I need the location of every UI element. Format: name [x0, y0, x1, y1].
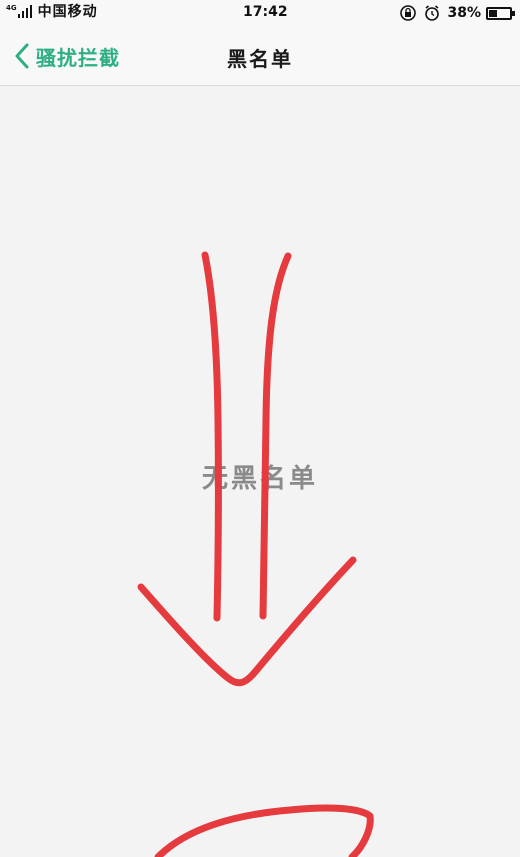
- phone-screen: 4G 中国移动 17:42 38% 骚扰拦截 黑名单 无黑名单: [0, 0, 520, 857]
- arrow-head: [137, 556, 357, 687]
- hand-drawn-annotation: [137, 251, 374, 857]
- arrow-shaft-right: [259, 252, 292, 620]
- curved-stroke: [154, 804, 374, 857]
- arrow-shaft-left: [201, 251, 222, 622]
